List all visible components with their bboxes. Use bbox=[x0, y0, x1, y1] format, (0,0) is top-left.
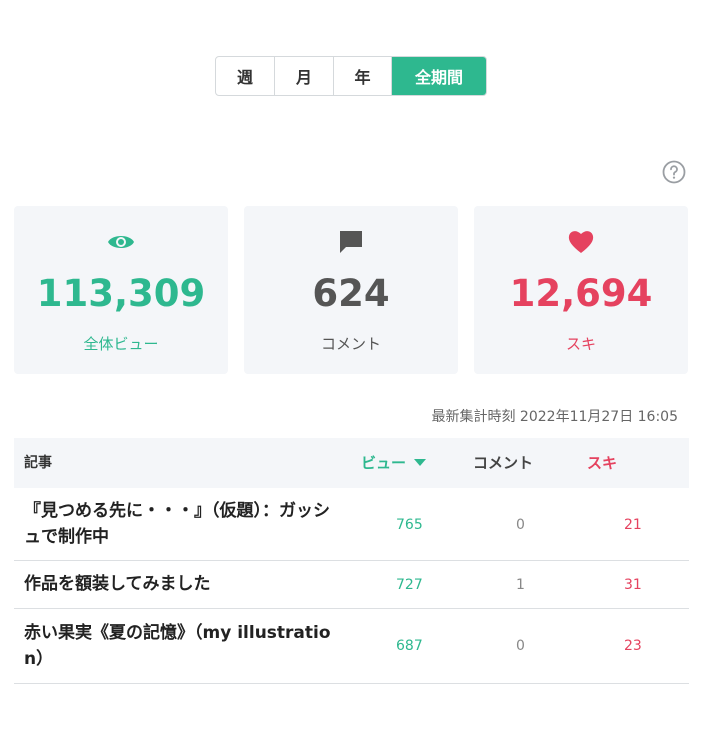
header-likes[interactable]: スキ bbox=[587, 453, 617, 473]
comments-card: 624 コメント bbox=[244, 206, 458, 374]
total-likes-label: スキ bbox=[565, 335, 596, 353]
period-tabs: 週 月 年 全期間 bbox=[215, 56, 487, 96]
likes-card: 12,694 スキ bbox=[474, 206, 688, 374]
total-comments-value: 624 bbox=[312, 272, 390, 315]
article-views: 687 bbox=[396, 638, 423, 654]
table-row[interactable]: 『見つめる先に・・・』（仮題）：ガッシュで制作中 765 0 21 bbox=[14, 488, 689, 561]
table-header: 記事 ビュー コメント スキ bbox=[14, 438, 689, 488]
article-comments: 0 bbox=[516, 638, 525, 654]
total-likes-value: 12,694 bbox=[509, 272, 653, 315]
article-likes: 23 bbox=[624, 638, 642, 654]
comment-icon bbox=[244, 228, 458, 256]
heart-icon bbox=[474, 228, 688, 256]
last-updated-text: 最新集計時刻 2022年11月27日 16:05 bbox=[431, 409, 678, 425]
article-likes: 31 bbox=[624, 577, 642, 593]
total-views-value: 113,309 bbox=[36, 272, 206, 315]
article-title[interactable]: 作品を額装してみました bbox=[24, 571, 344, 597]
tab-month[interactable]: 月 bbox=[275, 57, 334, 95]
article-comments: 0 bbox=[516, 517, 525, 533]
eye-icon bbox=[14, 228, 228, 256]
article-comments: 1 bbox=[516, 577, 525, 593]
help-icon[interactable] bbox=[662, 160, 686, 184]
article-title[interactable]: 『見つめる先に・・・』（仮題）：ガッシュで制作中 bbox=[24, 498, 344, 550]
table-row[interactable]: 作品を額装してみました 727 1 31 bbox=[14, 561, 689, 609]
total-views-label: 全体ビュー bbox=[83, 335, 159, 353]
header-article: 記事 bbox=[24, 455, 52, 471]
header-views-label: ビュー bbox=[361, 454, 407, 472]
tab-week[interactable]: 週 bbox=[216, 57, 275, 95]
header-views-sort[interactable]: ビュー bbox=[361, 453, 427, 473]
header-comments[interactable]: コメント bbox=[473, 453, 533, 473]
table-row[interactable]: 赤い果実《夏の記憶》（my illustration） 687 0 23 bbox=[14, 609, 689, 684]
views-card: 113,309 全体ビュー bbox=[14, 206, 228, 374]
article-views: 765 bbox=[396, 517, 423, 533]
sort-down-icon bbox=[414, 459, 427, 466]
article-likes: 21 bbox=[624, 517, 642, 533]
article-title[interactable]: 赤い果実《夏の記憶》（my illustration） bbox=[24, 620, 336, 672]
tab-year[interactable]: 年 bbox=[334, 57, 392, 95]
total-comments-label: コメント bbox=[320, 335, 381, 353]
articles-table: 記事 ビュー コメント スキ 『見つめる先に・・・』（仮題）：ガッシュで制作中 … bbox=[14, 438, 689, 684]
article-views: 727 bbox=[396, 577, 423, 593]
tab-all-time[interactable]: 全期間 bbox=[392, 57, 486, 95]
